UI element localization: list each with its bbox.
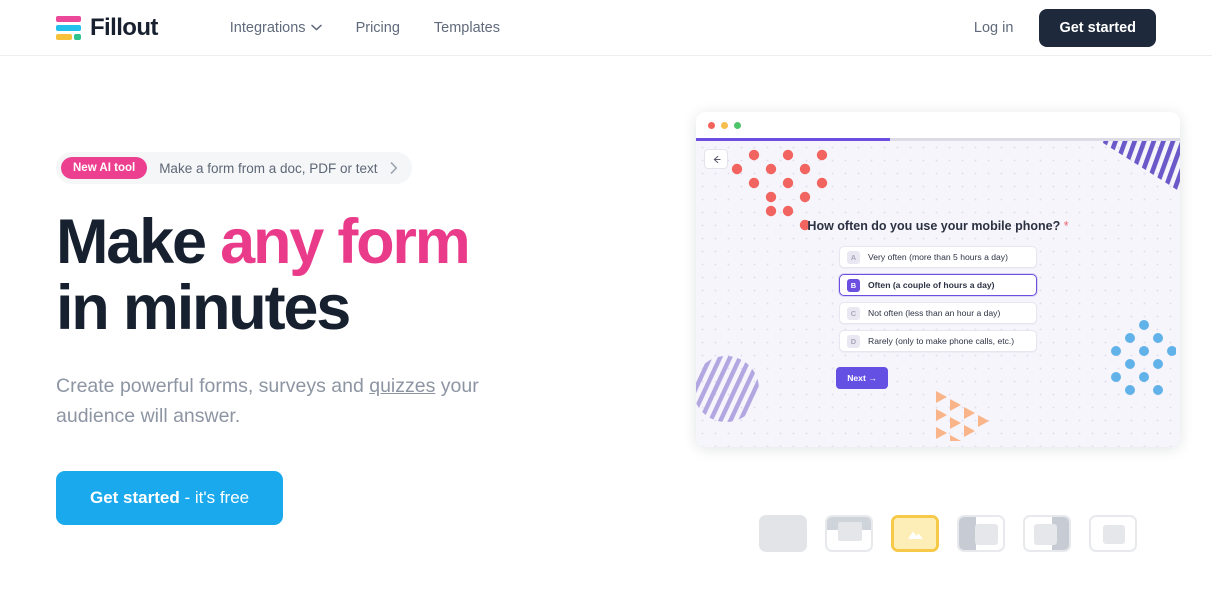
layout-thumb-right-panel[interactable] [1023, 515, 1071, 552]
fillout-bars-logo-icon [56, 15, 81, 40]
get-started-free-button[interactable]: Get started - it's free [56, 471, 284, 526]
nav-item-integrations-label: Integrations [229, 19, 306, 36]
left-panel-layout-icon [959, 517, 976, 550]
browser-titlebar [696, 112, 1180, 138]
hero-subheading: Create powerful forms, surveys and quizz… [56, 371, 526, 431]
layout-thumb-plain[interactable] [759, 515, 807, 552]
window-minimize-dot-icon[interactable] [721, 121, 728, 129]
window-close-dot-icon[interactable] [708, 121, 715, 129]
form-back-button[interactable] [704, 149, 728, 169]
option-key-badge: D [847, 334, 860, 348]
cta-bold-text: Get started [90, 488, 180, 508]
window-maximize-dot-icon[interactable] [734, 121, 741, 129]
layout-thumb-left-panel[interactable] [957, 515, 1005, 552]
chevron-down-icon [310, 24, 322, 31]
nav-right-actions: Log in Get started [974, 8, 1156, 47]
top-navbar: Fillout Integrations Pricing Templates L… [0, 0, 1212, 56]
form-option-b[interactable]: B Often (a couple of hours a day) [839, 274, 1037, 296]
option-label: Not often (less than an hour a day) [868, 308, 1001, 318]
form-option-c[interactable]: C Not often (less than an hour a day) [839, 302, 1037, 324]
hero-left-column: New AI tool Make a form from a doc, PDF … [56, 152, 656, 526]
nav-item-pricing-label: Pricing [355, 19, 400, 36]
option-key-badge: A [847, 250, 860, 264]
headline-prefix: Make [56, 207, 221, 277]
cta-regular-text: - it's free [179, 488, 250, 508]
new-ai-tool-text: Make a form from a doc, PDF or text [159, 160, 378, 176]
orange-triangle-cluster-decoration [936, 391, 989, 441]
nav-item-templates-label: Templates [433, 19, 500, 36]
chevron-right-icon [390, 162, 398, 174]
form-canvas: How often do you use your mobile phone? … [696, 141, 1180, 447]
layout-thumbnail-selector [759, 515, 1137, 552]
thumb-inner-shape [838, 522, 862, 541]
form-next-button[interactable]: Next → [836, 367, 888, 389]
thumb-inner-shape [975, 524, 998, 545]
subhead-prefix: Create powerful forms, surveys and [56, 375, 370, 398]
option-label: Often (a couple of hours a day) [868, 280, 995, 290]
form-question-block: How often do you use your mobile phone? … [696, 141, 1180, 389]
form-question-text: How often do you use your mobile phone? [807, 219, 1061, 233]
nav-item-pricing[interactable]: Pricing [356, 20, 400, 36]
layout-thumb-full-image[interactable] [891, 515, 939, 552]
brand-logo[interactable]: Fillout [56, 14, 158, 42]
headline-line2: in minutes [56, 272, 351, 343]
required-marker: * [1063, 219, 1069, 233]
new-ai-tool-pill: New AI tool [61, 157, 148, 179]
form-preview-window: How often do you use your mobile phone? … [696, 112, 1180, 447]
image-layout-icon [894, 518, 936, 549]
login-link[interactable]: Log in [974, 20, 1014, 36]
form-option-a[interactable]: A Very often (more than 5 hours a day) [839, 246, 1037, 268]
brand-name: Fillout [90, 13, 158, 41]
nav-links: Integrations Pricing Templates [230, 20, 500, 36]
headline-accent: any form [220, 207, 471, 277]
form-options-list: A Very often (more than 5 hours a day) B… [839, 246, 1037, 352]
option-label: Very often (more than 5 hours a day) [868, 252, 1008, 262]
option-label: Rarely (only to make phone calls, etc.) [868, 336, 1015, 346]
option-key-badge: C [847, 306, 860, 320]
card-layout-icon [1103, 525, 1125, 544]
nav-item-templates[interactable]: Templates [434, 20, 500, 36]
thumb-inner-shape [1034, 524, 1057, 545]
option-key-badge: B [847, 278, 860, 292]
quizzes-link[interactable]: quizzes [369, 375, 435, 397]
form-question-title: How often do you use your mobile phone? … [807, 219, 1068, 233]
mountain-icon [907, 531, 923, 539]
hero-right-column: How often do you use your mobile phone? … [696, 112, 1180, 552]
arrow-left-icon [713, 155, 721, 163]
nav-item-integrations[interactable]: Integrations [230, 20, 322, 36]
layout-thumb-top-banner[interactable] [825, 515, 873, 552]
layout-thumb-card[interactable] [1089, 515, 1137, 552]
get-started-nav-button[interactable]: Get started [1039, 8, 1156, 47]
new-ai-tool-banner[interactable]: New AI tool Make a form from a doc, PDF … [56, 152, 412, 184]
hero-section: New AI tool Make a form from a doc, PDF … [0, 56, 1212, 552]
page-title: Make any form in minutes [56, 207, 656, 343]
form-option-d[interactable]: D Rarely (only to make phone calls, etc.… [839, 330, 1037, 352]
